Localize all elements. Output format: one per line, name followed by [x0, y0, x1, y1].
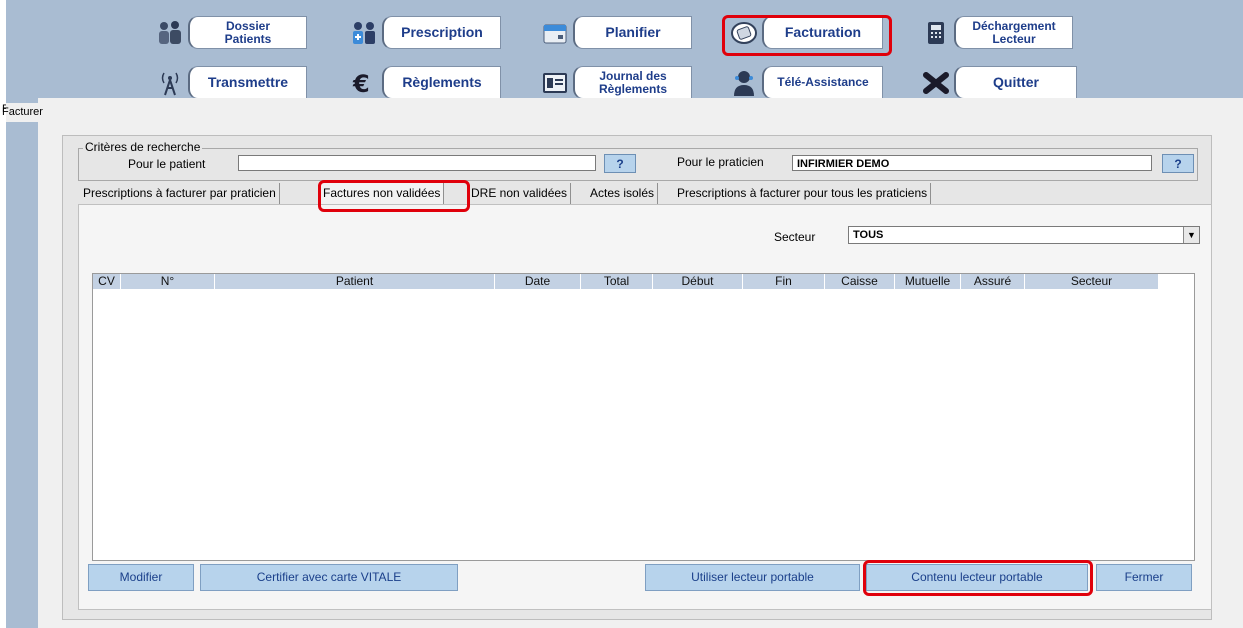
planifier-button[interactable]: Planifier — [539, 16, 692, 49]
main-toolbar: Dossier Patients Prescription Planifier … — [6, 0, 1243, 103]
table-header: CV N° Patient Date Total Début Fin Caiss… — [93, 274, 1159, 289]
euro-icon: € — [348, 68, 380, 98]
transmettre-button[interactable]: Transmettre — [154, 66, 307, 99]
praticien-label: Pour le praticien — [677, 155, 764, 169]
window-titlebar: Facturer — [2, 103, 1243, 122]
certifier-vitale-button[interactable]: Certifier avec carte VITALE — [200, 564, 458, 591]
left-margin — [6, 103, 38, 628]
col-mutuelle[interactable]: Mutuelle — [895, 274, 961, 289]
invoice-icon — [728, 18, 760, 48]
prescription-button[interactable]: Prescription — [348, 16, 501, 49]
planifier-label: Planifier — [573, 16, 692, 49]
search-criteria-legend: Critères de recherche — [83, 140, 203, 154]
col-total[interactable]: Total — [581, 274, 653, 289]
utiliser-lecteur-portable-button[interactable]: Utiliser lecteur portable — [645, 564, 860, 591]
quitter-label: Quitter — [954, 66, 1077, 99]
reglements-button[interactable]: € Règlements — [348, 66, 501, 99]
calendar-icon — [539, 18, 571, 48]
col-debut[interactable]: Début — [653, 274, 743, 289]
col-numero[interactable]: N° — [121, 274, 215, 289]
patient-help-button[interactable]: ? — [604, 154, 636, 173]
tele-assistance-label: Télé-Assistance — [762, 66, 883, 99]
svg-text:€: € — [352, 70, 370, 96]
quitter-button[interactable]: Quitter — [920, 66, 1077, 99]
dechargement-lecteur-button[interactable]: Déchargement Lecteur — [920, 16, 1073, 49]
support-icon — [728, 68, 760, 98]
secteur-label: Secteur — [774, 230, 816, 244]
tele-assistance-button[interactable]: Télé-Assistance — [728, 66, 883, 99]
invoices-table[interactable]: CV N° Patient Date Total Début Fin Caiss… — [92, 273, 1195, 561]
col-cv[interactable]: CV — [93, 274, 121, 289]
patients-icon — [154, 18, 186, 48]
antenna-icon — [154, 68, 186, 98]
prescription-icon — [348, 18, 380, 48]
contenu-lecteur-portable-button[interactable]: Contenu lecteur portable — [866, 564, 1088, 591]
patient-input[interactable] — [238, 155, 596, 171]
prescription-label: Prescription — [382, 16, 501, 49]
close-icon — [920, 68, 952, 98]
tab-actes-isoles[interactable]: Actes isolés — [587, 183, 659, 204]
col-assure[interactable]: Assuré — [961, 274, 1025, 289]
dechargement-lecteur-label: Déchargement Lecteur — [954, 16, 1073, 49]
dropdown-arrow-icon[interactable]: ▼ — [1183, 227, 1199, 243]
tab-prescriptions-tous-praticiens[interactable]: Prescriptions à facturer pour tous les p… — [674, 183, 932, 204]
transmettre-label: Transmettre — [188, 66, 307, 99]
tab-factures-non-validees[interactable]: Factures non validées — [320, 183, 445, 204]
window-title-text: Facturer — [2, 106, 43, 118]
reader-icon — [920, 18, 952, 48]
col-patient[interactable]: Patient — [215, 274, 495, 289]
journal-reglements-label: Journal des Règlements — [573, 66, 692, 99]
facturation-label: Facturation — [762, 16, 883, 49]
tab-dre-non-validees[interactable]: DRE non validées — [468, 183, 572, 204]
col-secteur[interactable]: Secteur — [1025, 274, 1159, 289]
modifier-button[interactable]: Modifier — [88, 564, 194, 591]
secteur-select[interactable]: TOUS ▼ — [848, 226, 1200, 244]
col-fin[interactable]: Fin — [743, 274, 825, 289]
reglements-label: Règlements — [382, 66, 501, 99]
secteur-value: TOUS — [853, 229, 884, 241]
tab-prescriptions-par-praticien[interactable]: Prescriptions à facturer par praticien — [80, 183, 280, 204]
patient-label: Pour le patient — [128, 157, 206, 171]
facturation-button[interactable]: Facturation — [728, 16, 883, 49]
journal-reglements-button[interactable]: Journal des Règlements — [539, 66, 692, 99]
praticien-help-button[interactable]: ? — [1162, 154, 1194, 173]
fermer-button[interactable]: Fermer — [1096, 564, 1192, 591]
dossier-patients-label: Dossier Patients — [188, 16, 307, 49]
journal-icon — [539, 68, 571, 98]
dossier-patients-button[interactable]: Dossier Patients — [154, 16, 307, 49]
col-caisse[interactable]: Caisse — [825, 274, 895, 289]
col-date[interactable]: Date — [495, 274, 581, 289]
praticien-input[interactable]: INFIRMIER DEMO — [792, 155, 1152, 171]
